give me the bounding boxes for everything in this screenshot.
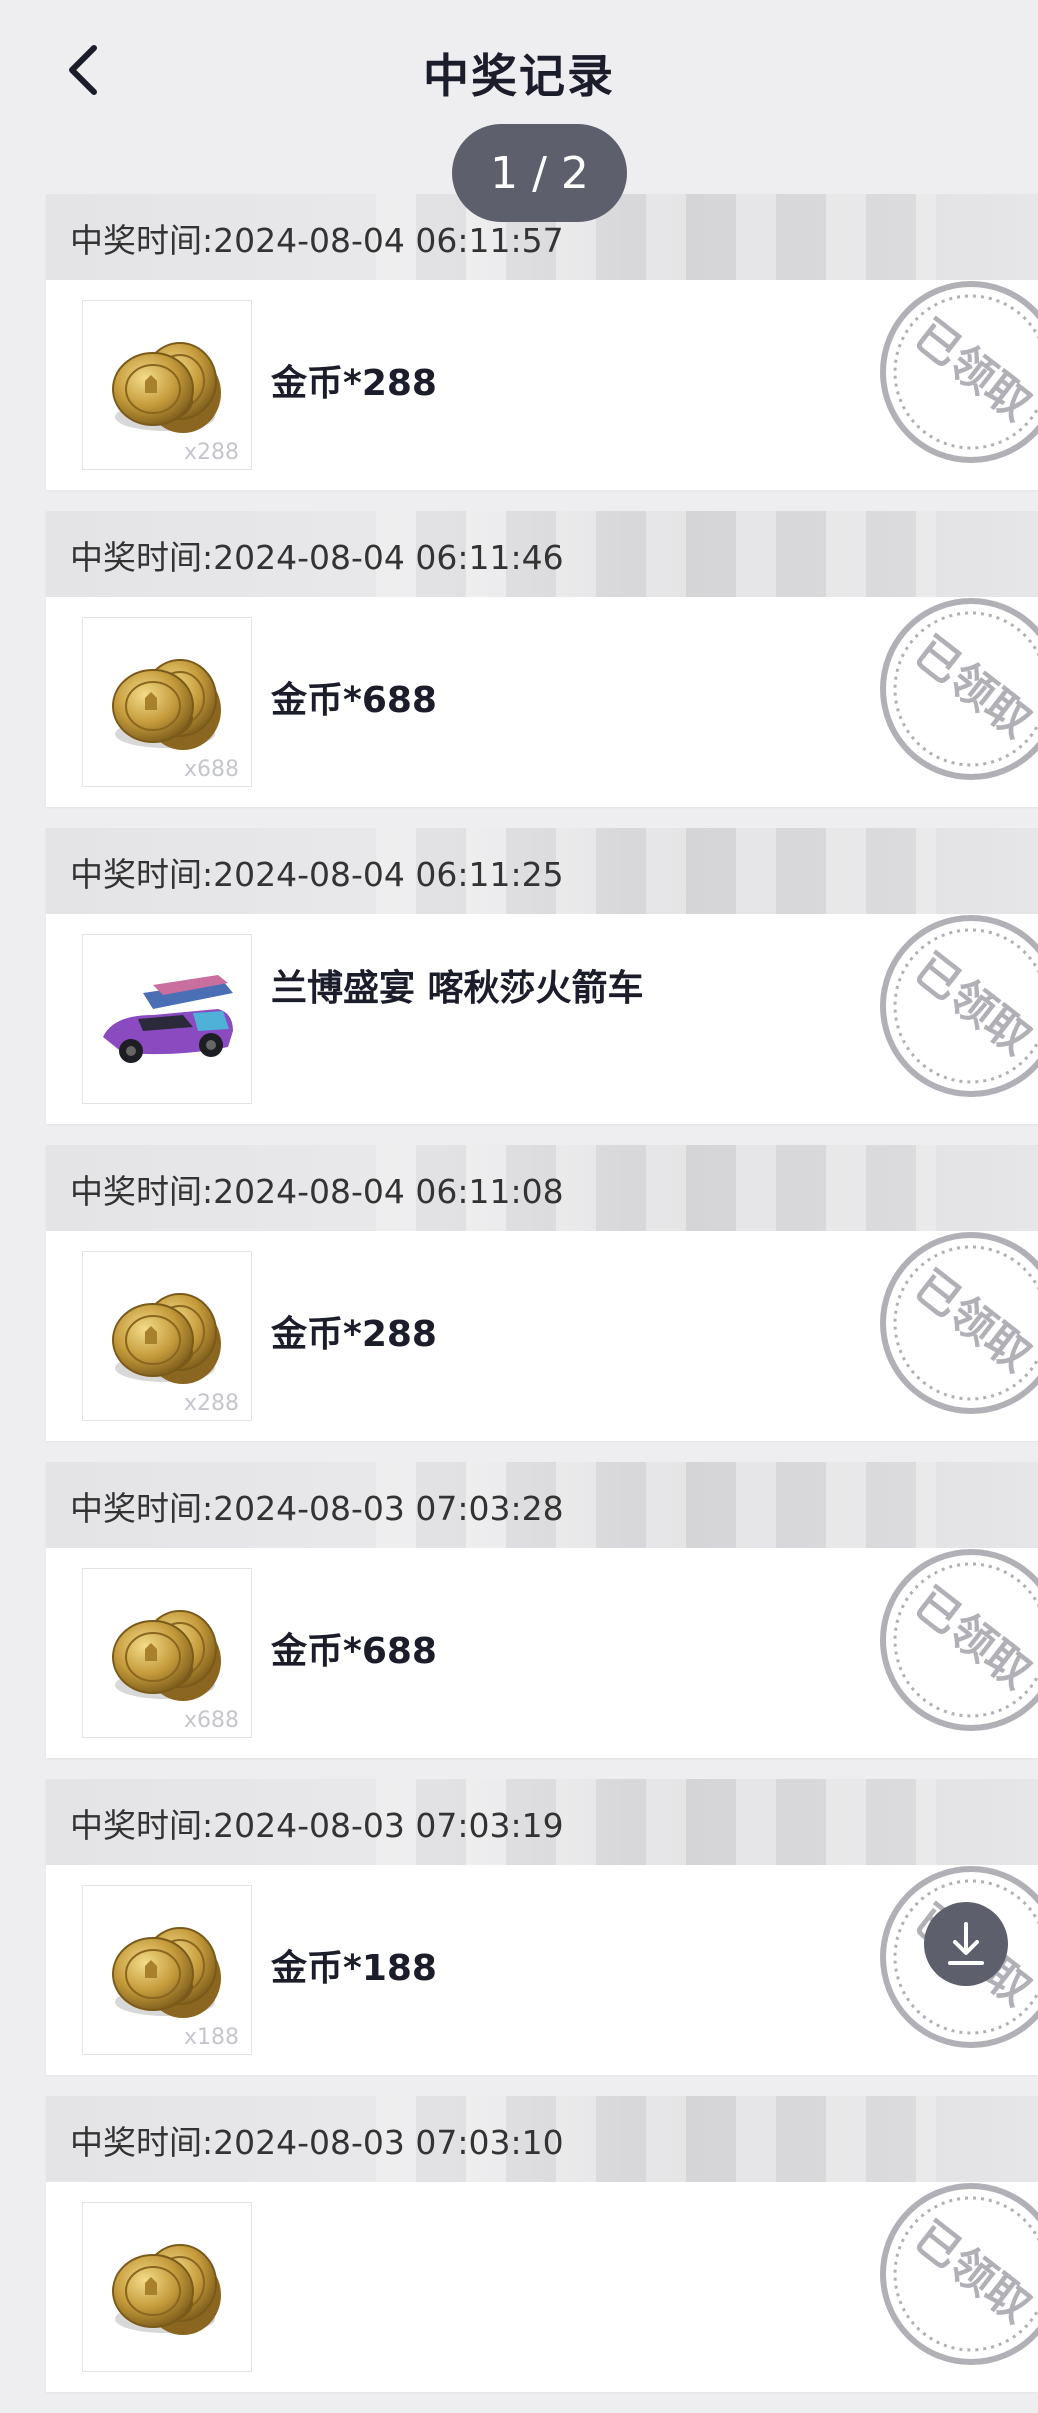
prize-record-card: 中奖时间:2024-08-03 07:03:19x188金币*188已领取 <box>46 1779 1038 2075</box>
claimed-stamp-icon: 已领取 <box>880 2183 1038 2365</box>
prize-thumbnail: x188 <box>82 1885 252 2055</box>
prize-record-card: 中奖时间:2024-08-03 07:03:10 已领取 <box>46 2096 1038 2392</box>
win-time: 中奖时间:2024-08-04 06:11:08 <box>70 1172 564 1211</box>
prize-name: 金币*188 <box>271 1948 437 1989</box>
claimed-stamp-icon: 已领取 <box>880 598 1038 780</box>
page-title: 中奖记录 <box>423 49 615 103</box>
prize-thumbnail: x288 <box>82 1251 252 1421</box>
win-time: 中奖时间:2024-08-03 07:03:19 <box>70 1806 564 1845</box>
prize-thumbnail: x288 <box>82 300 252 470</box>
claimed-stamp-icon: 已领取 <box>880 915 1038 1097</box>
win-time: 中奖时间:2024-08-03 07:03:28 <box>70 1489 564 1528</box>
prize-record-card: 中奖时间:2024-08-04 06:11:25 兰博盛宴 喀秋莎火箭车 已领取 <box>46 828 1038 1124</box>
prize-name: 金币*288 <box>271 363 437 404</box>
claimed-stamp-icon: 已领取 <box>880 1549 1038 1731</box>
claimed-stamp: 已领取 <box>861 1223 1038 1423</box>
prize-quantity: x188 <box>183 2025 239 2050</box>
claimed-stamp: 已领取 <box>861 589 1038 789</box>
prize-name: 兰博盛宴 喀秋莎火箭车 <box>271 968 644 1009</box>
win-time: 中奖时间:2024-08-03 07:03:10 <box>70 2123 564 2162</box>
prize-quantity: x688 <box>183 757 239 782</box>
gold-coins-icon <box>112 2244 221 2335</box>
rocket-car-icon <box>103 975 233 1063</box>
win-time: 中奖时间:2024-08-04 06:11:25 <box>70 855 564 894</box>
download-button[interactable] <box>924 1902 1008 1986</box>
win-time: 中奖时间:2024-08-04 06:11:46 <box>70 538 564 577</box>
claimed-stamp: 已领取 <box>861 2174 1038 2374</box>
prize-thumbnail: x688 <box>82 1568 252 1738</box>
prize-thumbnail <box>82 2202 252 2372</box>
claimed-stamp-icon: 已领取 <box>880 1232 1038 1414</box>
claimed-stamp: 已领取 <box>861 906 1038 1106</box>
prize-thumbnail <box>82 934 252 1104</box>
prize-thumbnail: x688 <box>82 617 252 787</box>
prize-quantity: x288 <box>183 1391 239 1416</box>
claimed-stamp-icon: 已领取 <box>880 281 1038 463</box>
page-indicator: 1 / 2 <box>452 124 627 222</box>
prize-name: 金币*688 <box>271 1631 437 1672</box>
prize-quantity: x688 <box>183 1708 239 1733</box>
prize-record-card: 中奖时间:2024-08-03 07:03:28 x688 金币*688 已领取 <box>46 1462 1038 1758</box>
prize-record-card: 中奖时间:2024-08-04 06:11:57 x288 金币*288 已领取 <box>46 194 1038 490</box>
prize-name: 金币*688 <box>271 680 437 721</box>
prize-name: 金币*288 <box>271 1314 437 1355</box>
prize-record-list: 中奖时间:2024-08-04 06:11:57 x288 金币*288 已领取中奖时… <box>46 194 1038 2413</box>
claimed-stamp: 已领取 <box>861 1540 1038 1740</box>
prize-record-card: 中奖时间:2024-08-04 06:11:08 x288 金币*288 已领取 <box>46 1145 1038 1441</box>
win-time: 中奖时间:2024-08-04 06:11:57 <box>70 221 564 260</box>
prize-record-card: 中奖时间:2024-08-04 06:11:46 x688 金币*688 已领取 <box>46 511 1038 807</box>
download-icon <box>948 1922 984 1965</box>
claimed-stamp: 已领取 <box>861 272 1038 472</box>
prize-quantity: x288 <box>183 440 239 465</box>
